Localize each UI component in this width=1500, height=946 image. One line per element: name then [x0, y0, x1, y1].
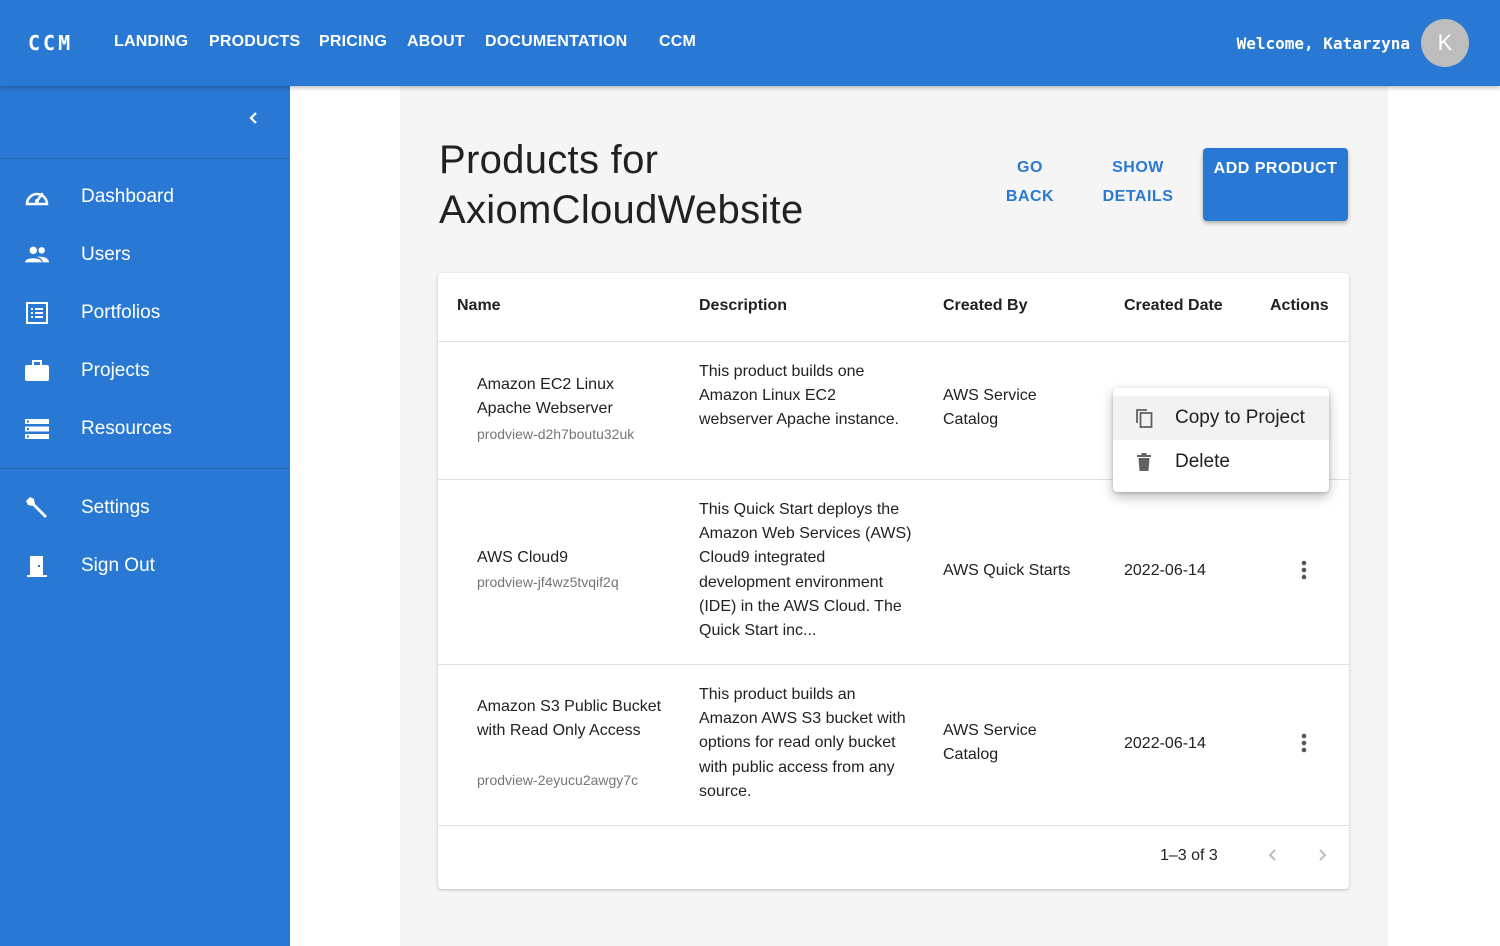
more-vert-icon: [1301, 560, 1307, 585]
product-created-date: 2022-06-14: [1124, 562, 1206, 579]
list-icon: [24, 301, 50, 325]
column-header-name[interactable]: Name: [457, 297, 501, 315]
product-name: Amazon EC2 Linux Apache Webserver: [477, 376, 614, 418]
storage-icon: [24, 417, 50, 441]
nav-ccm[interactable]: CCM: [659, 33, 696, 51]
row-actions-button[interactable]: [1294, 733, 1314, 757]
menu-item-delete[interactable]: Delete: [1113, 440, 1329, 484]
sidebar-divider: [0, 158, 290, 159]
sidebar-item-label: Projects: [81, 360, 150, 381]
copy-icon: [1133, 407, 1155, 429]
product-created-by: AWS Quick Starts: [943, 562, 1071, 579]
row-actions-menu: Copy to Project Delete: [1113, 388, 1329, 492]
product-created-by: AWS Service Catalog: [943, 387, 1037, 429]
menu-item-label: Copy to Project: [1175, 407, 1305, 428]
previous-page-button[interactable]: [1261, 845, 1285, 869]
briefcase-icon: [24, 359, 50, 383]
sidebar: Dashboard Users Portfolios Projects Reso…: [0, 86, 290, 946]
add-product-button[interactable]: ADD PRODUCT: [1203, 148, 1348, 221]
column-header-created-by[interactable]: Created By: [943, 297, 1027, 315]
menu-item-copy-to-project[interactable]: Copy to Project: [1113, 396, 1329, 440]
sidebar-item-users[interactable]: Users: [0, 229, 290, 281]
column-header-created-date[interactable]: Created Date: [1124, 297, 1223, 315]
sidebar-item-projects[interactable]: Projects: [0, 345, 290, 397]
show-details-button[interactable]: SHOW DETAILS: [1094, 153, 1182, 211]
go-back-button[interactable]: GO BACK: [996, 153, 1064, 211]
sidebar-item-dashboard[interactable]: Dashboard: [0, 171, 290, 223]
column-header-actions: Actions: [1270, 297, 1329, 314]
sidebar-item-label: Dashboard: [81, 186, 174, 207]
page-title: Products for AxiomCloudWebsite: [439, 138, 804, 232]
chevron-left-icon: [247, 111, 261, 130]
product-created-date: 2022-06-14: [1124, 735, 1206, 752]
chevron-left-icon: [1267, 848, 1279, 867]
collapse-sidebar-button[interactable]: [240, 106, 268, 134]
product-created-by: AWS Service Catalog: [943, 722, 1037, 764]
nav-pricing[interactable]: PRICING: [319, 33, 387, 51]
sidebar-item-label: Resources: [81, 418, 172, 439]
row-divider: [438, 341, 1349, 342]
product-name: AWS Cloud9: [477, 549, 568, 566]
sidebar-item-label: Portfolios: [81, 302, 161, 323]
product-description: This Quick Start deploys the Amazon Web …: [699, 501, 912, 640]
nav-products[interactable]: PRODUCTS: [209, 33, 300, 51]
nav-landing[interactable]: LANDING: [114, 33, 188, 51]
sidebar-item-label: Settings: [81, 497, 150, 518]
trash-icon: [1133, 451, 1155, 473]
more-vert-icon: [1301, 733, 1307, 758]
row-divider: [438, 664, 1349, 665]
sidebar-item-sign-out[interactable]: Sign Out: [0, 540, 290, 592]
people-icon: [24, 243, 50, 267]
pagination-range: 1–3 of 3: [1160, 847, 1218, 864]
sidebar-item-label: Sign Out: [81, 555, 155, 576]
wrench-icon: [24, 496, 50, 520]
chevron-right-icon: [1316, 848, 1328, 867]
products-table: Name Description Created By Created Date…: [438, 273, 1349, 889]
nav-about[interactable]: ABOUT: [407, 33, 465, 51]
sidebar-item-settings[interactable]: Settings: [0, 482, 290, 534]
product-description: This product builds an Amazon AWS S3 buc…: [699, 686, 906, 800]
product-name: Amazon S3 Public Bucket with Read Only A…: [477, 698, 662, 740]
app-bar: CCM LANDING PRODUCTS PRICING ABOUT DOCUM…: [0, 0, 1500, 86]
sidebar-item-portfolios[interactable]: Portfolios: [0, 287, 290, 339]
next-page-button[interactable]: [1310, 845, 1334, 869]
avatar[interactable]: K: [1421, 19, 1469, 67]
nav-documentation[interactable]: DOCUMENTATION: [485, 33, 627, 51]
exit-door-icon: [24, 554, 50, 578]
menu-item-label: Delete: [1175, 451, 1230, 472]
row-divider: [438, 825, 1349, 826]
sidebar-item-label: Users: [81, 244, 131, 265]
column-header-description[interactable]: Description: [699, 297, 787, 315]
sidebar-divider: [0, 468, 290, 469]
product-id: prodview-jf4wz5tvqif2q: [477, 574, 619, 590]
product-id: prodview-2eyucu2awgy7c: [477, 772, 639, 788]
sidebar-item-resources[interactable]: Resources: [0, 403, 290, 455]
row-actions-button[interactable]: [1294, 560, 1314, 584]
brand-logo[interactable]: CCM: [28, 31, 73, 55]
product-description: This product builds one Amazon Linux EC2…: [699, 363, 900, 429]
product-id: prodview-d2h7boutu32uk: [477, 426, 635, 442]
welcome-text: Welcome, Katarzyna: [1236, 34, 1410, 53]
speedometer-icon: [24, 185, 50, 209]
